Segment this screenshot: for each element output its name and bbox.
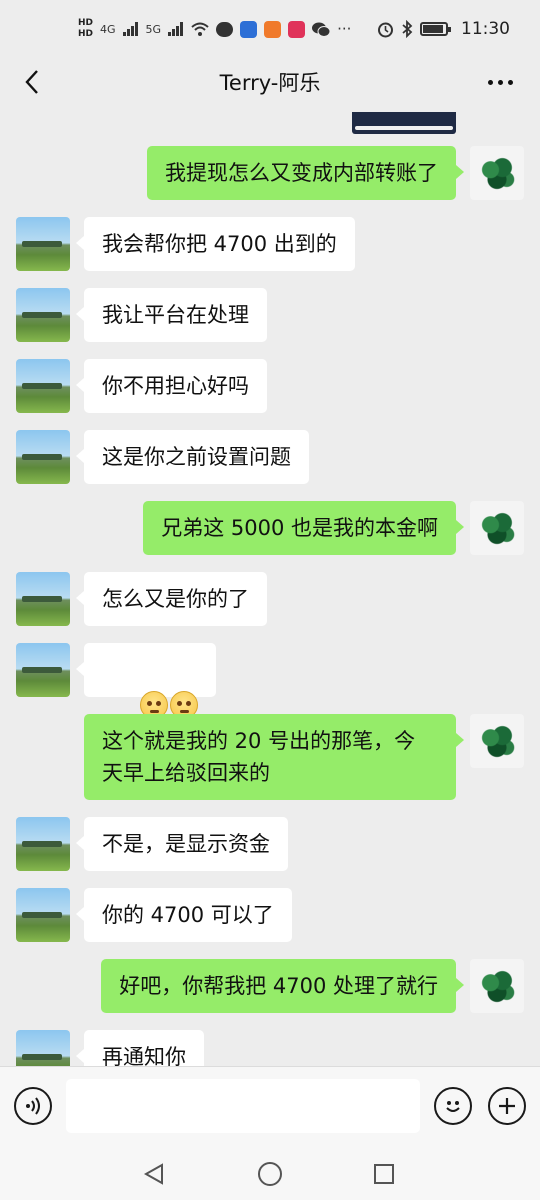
message-icon xyxy=(216,21,234,37)
system-recents-button[interactable] xyxy=(368,1158,400,1190)
message-row: 好吧，你帮我把 4700 处理了就行 xyxy=(0,959,540,1015)
chat-header: Terry-阿乐 xyxy=(0,58,540,106)
message-row: 你不用担心好吗 xyxy=(0,359,540,415)
status-bar: HD HD 4G 5G ··· 11:30 xyxy=(0,0,540,58)
triangle-back-icon xyxy=(143,1163,163,1185)
bluetooth-icon xyxy=(402,20,413,38)
contact-avatar[interactable] xyxy=(16,288,70,342)
more-button[interactable] xyxy=(482,64,518,100)
network-4g-label: 4G xyxy=(100,22,116,36)
contact-avatar[interactable] xyxy=(16,430,70,484)
message-bubble[interactable]: 你不用担心好吗 xyxy=(76,359,267,413)
message-bubble[interactable]: 不是，是显示资金 xyxy=(76,817,288,871)
alarm-icon xyxy=(378,22,393,37)
chevron-left-icon xyxy=(25,70,38,94)
hd-label-2: HD xyxy=(78,29,94,39)
network-5g-label: 5G xyxy=(145,22,162,36)
contact-avatar[interactable] xyxy=(16,572,70,626)
wechat-icon xyxy=(312,22,331,37)
clock: 11:30 xyxy=(461,19,510,39)
app-notification-icon xyxy=(240,20,258,38)
message-bubble[interactable]: 这个就是我的 20 号出的那笔，今 天早上给驳回来的 xyxy=(84,714,464,800)
message-bubble[interactable]: 我提现怎么又变成内部转账了 xyxy=(147,146,464,200)
status-left: HD HD 4G 5G ··· xyxy=(78,18,351,40)
message-bubble[interactable]: 我让平台在处理 xyxy=(76,288,267,342)
message-bubble[interactable]: 你的 4700 可以了 xyxy=(76,888,292,942)
chat-title: Terry-阿乐 xyxy=(219,71,321,95)
system-back-button[interactable] xyxy=(138,1158,170,1190)
message-row xyxy=(0,643,540,719)
input-bar xyxy=(0,1066,540,1146)
contact-avatar[interactable] xyxy=(16,643,70,697)
message-row: 怎么又是你的了 xyxy=(0,572,540,628)
hd-label-1: HD xyxy=(78,18,94,28)
contact-avatar[interactable] xyxy=(16,817,70,871)
message-bubble[interactable] xyxy=(75,643,217,719)
message-row: 不是，是显示资金 xyxy=(0,817,540,873)
more-functions-button[interactable] xyxy=(488,1087,526,1125)
message-bubble[interactable]: 我会帮你把 4700 出到的 xyxy=(76,217,355,271)
wifi-icon xyxy=(191,22,209,36)
self-avatar[interactable] xyxy=(470,714,524,768)
system-navigation-bar xyxy=(0,1146,540,1200)
more-icon-dot xyxy=(497,79,503,85)
status-right: 11:30 xyxy=(377,19,510,39)
message-bubble[interactable]: 再通知你 xyxy=(76,1030,204,1066)
message-row: 这是你之前设置问题 xyxy=(0,430,540,486)
system-home-button[interactable] xyxy=(254,1158,286,1190)
contact-avatar[interactable] xyxy=(16,359,70,413)
more-icon-dot xyxy=(507,79,513,85)
message-row: 再通知你 xyxy=(0,1030,540,1066)
previous-image-message[interactable] xyxy=(352,112,456,134)
contact-avatar[interactable] xyxy=(16,1030,70,1066)
voice-button[interactable] xyxy=(14,1087,52,1125)
message-row: 我让平台在处理 xyxy=(0,288,540,344)
message-row: 你的 4700 可以了 xyxy=(0,888,540,944)
app-notification-icon xyxy=(288,20,306,38)
self-avatar[interactable] xyxy=(470,501,524,555)
more-icon xyxy=(487,79,493,85)
message-row: 我会帮你把 4700 出到的 xyxy=(0,217,540,273)
message-list[interactable]: 我提现怎么又变成内部转账了 我会帮你把 4700 出到的 我让平台在处理 你不用… xyxy=(0,106,540,1066)
contact-avatar[interactable] xyxy=(16,888,70,942)
back-button[interactable] xyxy=(14,64,50,100)
message-input[interactable] xyxy=(66,1079,420,1133)
hd-indicator: HD HD xyxy=(78,18,93,40)
battery-icon xyxy=(420,22,451,36)
message-bubble[interactable]: 怎么又是你的了 xyxy=(76,572,267,626)
emoji-icon xyxy=(446,1101,460,1112)
app-notification-icon xyxy=(264,20,282,38)
message-bubble[interactable]: 兄弟这 5000 也是我的本金啊 xyxy=(143,501,464,555)
signal-icon xyxy=(168,22,184,36)
self-avatar[interactable] xyxy=(470,959,524,1013)
message-row: 兄弟这 5000 也是我的本金啊 xyxy=(0,501,540,557)
self-avatar[interactable] xyxy=(470,146,524,200)
emoji-button[interactable] xyxy=(434,1087,472,1125)
message-bubble[interactable]: 这是你之前设置问题 xyxy=(76,430,309,484)
square-recents-icon xyxy=(374,1164,394,1184)
signal-icon xyxy=(122,22,138,36)
message-row: 这个就是我的 20 号出的那笔，今 天早上给驳回来的 xyxy=(0,714,540,802)
more-notifications-label: ··· xyxy=(337,19,352,38)
message-row: 我提现怎么又变成内部转账了 xyxy=(0,146,540,202)
voice-icon xyxy=(26,1097,40,1115)
contact-avatar[interactable] xyxy=(16,217,70,271)
circle-home-icon xyxy=(258,1162,282,1186)
plus-icon xyxy=(499,1098,515,1114)
message-bubble[interactable]: 好吧，你帮我把 4700 处理了就行 xyxy=(101,959,464,1013)
